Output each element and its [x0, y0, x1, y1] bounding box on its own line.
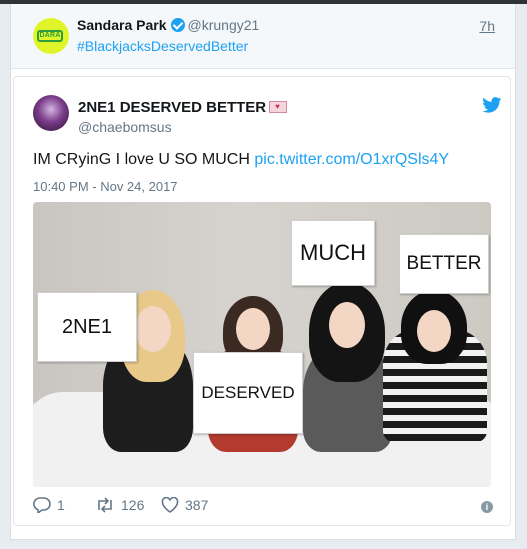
sign-much: MUCH: [291, 220, 375, 286]
retweet-icon: [98, 497, 112, 513]
quoted-text-body: IM CRyinG I love U SO MUCH: [33, 151, 255, 168]
quoted-author-name-text[interactable]: 2NE1 DESERVED BETTER: [78, 99, 266, 116]
reply-author-name[interactable]: Sandara Park: [77, 17, 167, 33]
quoted-author-handle[interactable]: @chaebomsus: [78, 119, 172, 135]
reply-count: 1: [57, 497, 65, 513]
like-count: 387: [185, 497, 209, 513]
reply-hashtag-link[interactable]: #BlackjacksDeservedBetter: [77, 38, 248, 54]
tweet-thread-card: DARA Sandara Park @krungy21 7h #Blackjack…: [10, 4, 516, 540]
verified-badge-icon: [170, 18, 185, 32]
reply-action[interactable]: 1: [33, 497, 65, 513]
like-icon: [161, 497, 179, 513]
quoted-avatar[interactable]: [33, 95, 69, 131]
reply-icon: [33, 497, 51, 513]
reply-avatar[interactable]: DARA: [33, 18, 69, 54]
quoted-author-name[interactable]: 2NE1 DESERVED BETTER: [78, 99, 288, 116]
quoted-tweet[interactable]: 2NE1 DESERVED BETTER @chaebomsus IM CRyi…: [13, 76, 511, 526]
tweet-photo[interactable]: 2NE1 DESERVED MUCH BETTER: [33, 202, 491, 487]
sign-better: BETTER: [399, 234, 489, 294]
twitter-bird-icon[interactable]: [482, 97, 502, 113]
person-3-face: [329, 302, 365, 348]
reply-author[interactable]: Sandara Park @krungy21: [77, 17, 259, 33]
envelope-heart-emoji-icon: [269, 101, 288, 113]
info-icon[interactable]: i: [481, 501, 493, 513]
like-action[interactable]: 387: [161, 497, 208, 513]
quoted-timestamp[interactable]: 10:40 PM - Nov 24, 2017: [33, 179, 178, 194]
quoted-pic-link[interactable]: pic.twitter.com/O1xrQSls4Y: [254, 151, 449, 168]
person-2-face: [236, 308, 270, 350]
avatar-logo: DARA: [37, 30, 63, 42]
reply-tweet[interactable]: DARA Sandara Park @krungy21 7h #Blackjack…: [11, 4, 515, 69]
person-1-face: [135, 306, 171, 352]
quoted-tweet-text: IM CRyinG I love U SO MUCH pic.twitter.c…: [33, 151, 449, 169]
retweet-action[interactable]: 126: [95, 497, 144, 513]
tweet-actions-bar: 1 126 387 i: [33, 497, 493, 519]
sign-deserved: DESERVED: [193, 352, 303, 434]
retweet-count: 126: [121, 497, 145, 513]
person-4-face: [417, 310, 451, 352]
sign-2ne1: 2NE1: [37, 292, 137, 362]
reply-timestamp[interactable]: 7h: [479, 18, 495, 34]
reply-author-handle[interactable]: @krungy21: [188, 17, 260, 33]
